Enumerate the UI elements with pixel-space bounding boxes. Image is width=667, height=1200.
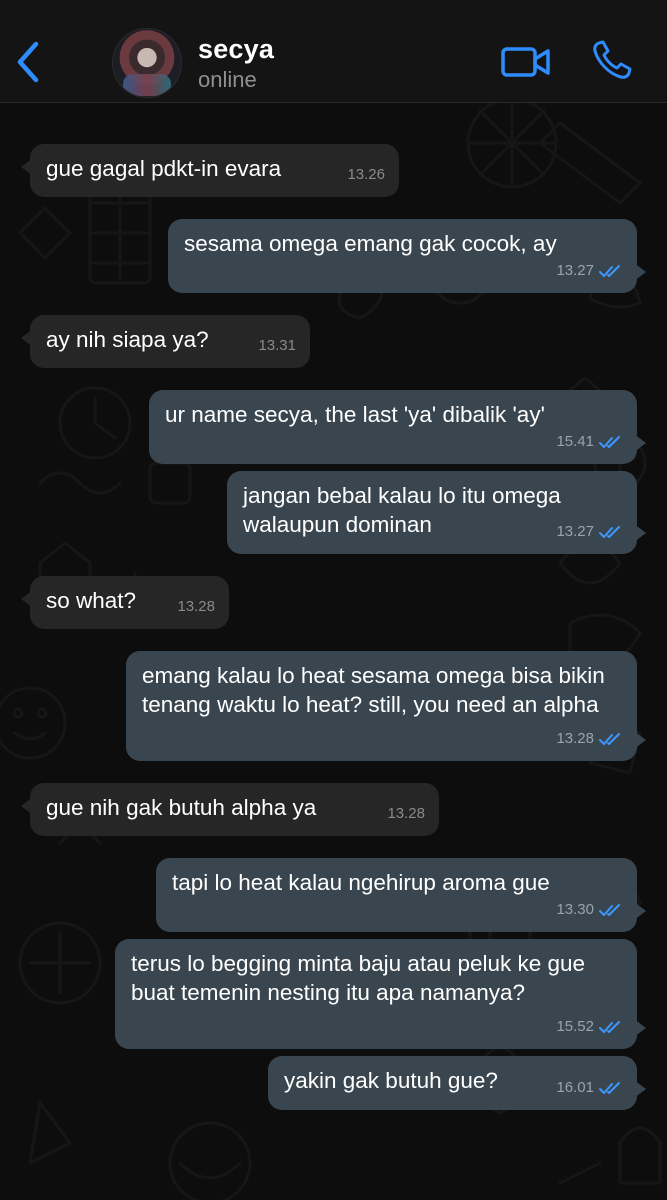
- message-bubble-outgoing[interactable]: ur name secya, the last 'ya' dibalik 'ay…: [149, 390, 646, 464]
- message-text: terus lo begging minta baju atau peluk k…: [131, 951, 586, 1005]
- message-time: 13.27: [556, 523, 594, 540]
- message-bubble-outgoing[interactable]: yakin gak butuh gue? 16.01: [268, 1056, 646, 1110]
- message-bubble-incoming[interactable]: ay nih siapa ya? 13.31: [21, 315, 310, 368]
- message-text: ur name secya, the last 'ya' dibalik 'ay…: [165, 402, 545, 427]
- message-bubble-outgoing[interactable]: jangan bebal kalau lo itu omega walaupun…: [227, 471, 646, 554]
- message-text: tapi lo heat kalau ngehirup aroma gue: [172, 870, 550, 895]
- message-bubble-outgoing[interactable]: emang kalau lo heat sesama omega bisa bi…: [126, 651, 646, 761]
- message-time: 16.01: [556, 1079, 594, 1096]
- chevron-left-icon[interactable]: [14, 40, 44, 84]
- message-time: 13.28: [387, 805, 425, 822]
- message-bubble-outgoing[interactable]: tapi lo heat kalau ngehirup aroma gue 13…: [156, 858, 646, 932]
- double-check-icon: [599, 435, 620, 448]
- double-check-icon: [599, 1020, 620, 1033]
- message-time: 13.30: [556, 901, 594, 918]
- message-text: emang kalau lo heat sesama omega bisa bi…: [142, 663, 605, 717]
- avatar[interactable]: [112, 28, 182, 98]
- message-bubble-incoming[interactable]: gue nih gak butuh alpha ya 13.28: [21, 783, 439, 836]
- message-bubble-outgoing[interactable]: sesama omega emang gak cocok, ay 13.27: [168, 219, 646, 293]
- message-time: 13.27: [556, 262, 594, 279]
- message-time: 13.31: [258, 337, 296, 354]
- message-text: gue gagal pdkt-in evara: [46, 156, 282, 181]
- message-time: 13.26: [347, 166, 385, 183]
- chat-area[interactable]: gue gagal pdkt-in evara 13.26 sesama ome…: [0, 103, 667, 1200]
- message-time: 13.28: [177, 598, 215, 615]
- message-text: ay nih siapa ya?: [46, 327, 209, 352]
- message-text: gue nih gak butuh alpha ya: [46, 795, 317, 820]
- chat-header: secya online: [0, 0, 667, 103]
- double-check-icon: [599, 264, 620, 277]
- message-time: 15.52: [556, 1018, 594, 1035]
- message-bubble-outgoing[interactable]: terus lo begging minta baju atau peluk k…: [115, 939, 646, 1049]
- double-check-icon: [599, 903, 620, 916]
- phone-icon[interactable]: [590, 38, 634, 82]
- message-bubble-incoming[interactable]: so what? 13.28: [21, 576, 229, 629]
- double-check-icon: [599, 525, 620, 538]
- double-check-icon: [599, 1081, 620, 1094]
- message-time: 15.41: [556, 433, 594, 450]
- contact-status: online: [198, 67, 257, 92]
- message-bubble-incoming[interactable]: gue gagal pdkt-in evara 13.26: [21, 144, 399, 197]
- video-camera-icon[interactable]: [500, 42, 552, 82]
- contact-name[interactable]: secya: [198, 34, 274, 65]
- message-time: 13.28: [556, 730, 594, 747]
- double-check-icon: [599, 732, 620, 745]
- message-text: sesama omega emang gak cocok, ay: [184, 231, 557, 256]
